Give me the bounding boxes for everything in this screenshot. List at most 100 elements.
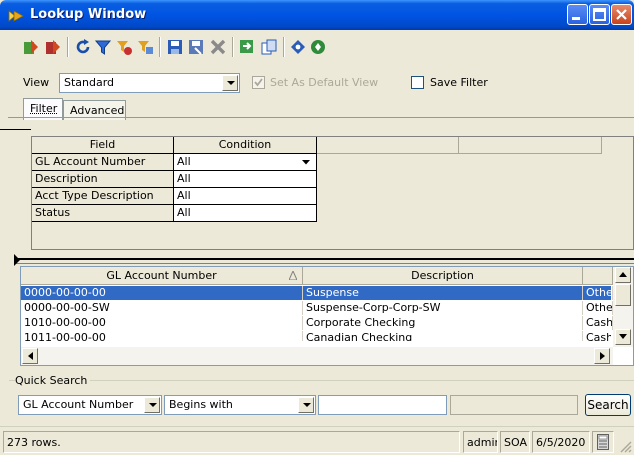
horizontal-scrollbar[interactable] <box>21 347 613 365</box>
grid-header-description[interactable]: Description <box>303 267 583 285</box>
quick-search-field-value: GL Account Number <box>23 398 134 411</box>
app-icon <box>8 10 24 22</box>
toolbar-separator <box>67 37 69 57</box>
account-cell: 0000-00-00-SW <box>21 301 303 315</box>
type-cell: Other <box>583 286 613 300</box>
save-as-icon[interactable] <box>187 38 205 56</box>
type-cell: Cash <box>583 316 613 330</box>
minimize-icon <box>572 17 580 20</box>
toolbar <box>4 30 630 62</box>
save-filter-label: Save Filter <box>430 76 488 89</box>
filter-condition-cell[interactable]: All <box>174 171 317 188</box>
chevron-down-icon[interactable] <box>298 397 314 413</box>
calculator-button[interactable] <box>592 431 614 453</box>
title-bar[interactable]: Lookup Window <box>0 0 634 30</box>
results-grid: GL Account Number Description 0000-00-00… <box>20 266 634 366</box>
filter-field-cell: Description <box>32 171 174 188</box>
view-selected-value: Standard <box>64 76 115 89</box>
close-button[interactable] <box>611 4 632 25</box>
help-icon[interactable] <box>309 38 327 56</box>
description-cell: Suspense-Corp-Corp-SW <box>303 301 583 315</box>
filter-field-cell: GL Account Number <box>32 154 174 171</box>
status-bar: 273 rows. admin SOA 6/5/2020 <box>0 426 634 455</box>
arrow-right-icon <box>599 352 605 360</box>
toolbar-separator <box>283 37 285 57</box>
quick-search-operator-select[interactable]: Begins with <box>164 395 316 415</box>
window-title: Lookup Window <box>30 7 147 22</box>
refresh-icon[interactable] <box>74 38 92 56</box>
status-date: 6/5/2020 <box>532 431 590 453</box>
maximize-icon <box>593 8 606 21</box>
arrow-up-icon <box>619 272 627 277</box>
quick-search-input[interactable] <box>318 395 447 415</box>
filter-header-blank <box>317 137 459 154</box>
add-record-icon[interactable] <box>22 38 40 56</box>
cancel-icon[interactable] <box>209 38 227 56</box>
filter-condition-value: All <box>177 155 191 168</box>
copy-icon[interactable] <box>260 38 278 56</box>
scroll-right-button[interactable] <box>594 348 610 364</box>
panel-splitter[interactable] <box>16 258 634 264</box>
vertical-scrollbar[interactable] <box>613 267 633 347</box>
grid-header-account[interactable]: GL Account Number <box>21 267 303 285</box>
table-row[interactable]: 0000-00-00-SW Suspense-Corp-Corp-SW Othe… <box>21 301 613 315</box>
close-icon <box>616 9 627 20</box>
resize-grip-icon[interactable] <box>619 440 632 453</box>
filter-header-field: Field <box>32 137 174 154</box>
status-company: SOA <box>500 431 530 453</box>
description-cell: Canadian Checking <box>303 331 583 341</box>
filter-header-blank <box>459 137 602 154</box>
grid-header-extra[interactable] <box>583 267 613 285</box>
type-cell: Cash <box>583 331 611 341</box>
filter-condition-cell[interactable]: All <box>174 188 317 205</box>
quick-search-label: Quick Search <box>15 374 91 387</box>
scroll-left-button[interactable] <box>22 348 38 364</box>
chevron-down-icon[interactable] <box>222 75 238 91</box>
filter-icon[interactable] <box>94 38 112 56</box>
minimize-button[interactable] <box>567 4 588 25</box>
filter-condition-select[interactable]: All <box>174 154 317 171</box>
row-count: 273 rows. <box>3 431 460 453</box>
chevron-down-icon[interactable] <box>144 397 160 413</box>
description-cell: Suspense <box>303 286 583 300</box>
calculator-icon <box>597 434 609 450</box>
arrow-left-icon <box>27 352 33 360</box>
save-filter-checkbox[interactable] <box>411 76 424 89</box>
set-default-checkbox[interactable] <box>252 76 265 89</box>
quick-search-field-select[interactable]: GL Account Number <box>18 395 162 415</box>
account-cell: 1011-00-00-00 <box>21 331 303 341</box>
toolbar-separator <box>232 37 234 57</box>
table-row[interactable]: 0000-00-00-00 Suspense Other <box>21 286 613 300</box>
scroll-thumb[interactable] <box>615 284 631 306</box>
delete-record-icon[interactable] <box>44 38 62 56</box>
clear-filter-icon[interactable] <box>115 38 133 56</box>
set-default-label: Set As Default View <box>270 76 379 89</box>
filter-options-icon[interactable] <box>136 38 154 56</box>
table-row[interactable]: 1011-00-00-00 Canadian Checking Cash <box>21 331 611 341</box>
save-icon[interactable] <box>166 38 184 56</box>
sort-indicator-icon <box>289 271 297 280</box>
scroll-down-button[interactable] <box>615 329 631 345</box>
description-cell: Corporate Checking <box>303 316 583 330</box>
splitter-arrow-icon <box>14 254 20 266</box>
maximize-button[interactable] <box>589 4 610 25</box>
tab-advanced-label: Advanced <box>70 104 125 117</box>
export-icon[interactable] <box>238 38 256 56</box>
scroll-up-button[interactable] <box>615 267 631 283</box>
quick-search-secondary-input <box>450 395 578 415</box>
status-user: admin <box>463 431 498 453</box>
view-label: View <box>23 76 50 89</box>
chevron-down-icon[interactable] <box>302 160 310 165</box>
view-select[interactable]: Standard <box>59 73 240 93</box>
tab-filter-label: Filter <box>30 102 58 115</box>
filter-condition-cell[interactable]: All <box>174 205 317 222</box>
filter-field-cell: Status <box>32 205 174 222</box>
search-button[interactable]: Search <box>585 394 631 416</box>
account-cell: 1010-00-00-00 <box>21 316 303 330</box>
grid-header-account-label: GL Account Number <box>106 269 217 282</box>
filter-grid: Field Condition GL Account Number All De… <box>31 136 634 250</box>
type-cell: Other <box>583 301 613 315</box>
previous-icon[interactable] <box>289 38 307 56</box>
table-row[interactable]: 1010-00-00-00 Corporate Checking Cash <box>21 316 613 330</box>
account-cell: 0000-00-00-00 <box>21 286 303 300</box>
